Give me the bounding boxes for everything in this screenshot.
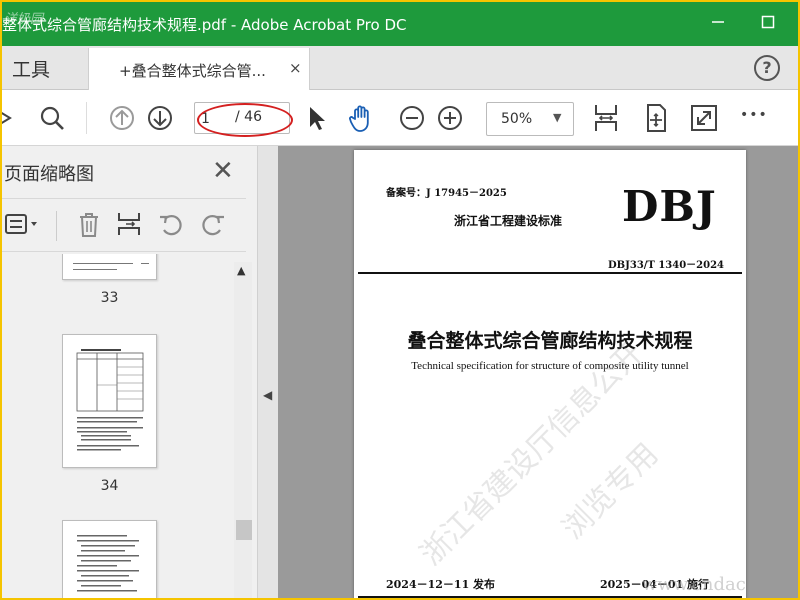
filing-number: 备案号：J 17945－2025 [386, 188, 507, 199]
toolbar-separator [86, 102, 87, 134]
fit-width-icon[interactable] [590, 102, 622, 134]
thumbnail-label-34: 34 [100, 478, 119, 494]
thumbnail-page-35[interactable] [62, 520, 157, 598]
hand-tool-icon[interactable] [346, 102, 378, 134]
page-total: / 46 [235, 109, 262, 125]
undo-icon[interactable] [156, 209, 186, 239]
pdf-page: 备案号：J 17945－2025 浙江省工程建设标准 DBJ DBJ33/T 1… [354, 150, 746, 598]
search-icon[interactable] [36, 102, 68, 134]
issue-date: 2024－12－11 发布 [386, 578, 496, 591]
sidebar-toolbar [2, 198, 246, 252]
prev-page-icon[interactable] [106, 102, 138, 134]
zoom-in-icon[interactable] [434, 102, 466, 134]
footer-rule [358, 596, 742, 598]
tab-tools[interactable]: 工具 [12, 55, 50, 82]
zoom-select[interactable]: 50% ▼ [486, 102, 574, 136]
trash-icon[interactable] [74, 209, 104, 239]
acrobat-window: 整体式综合管廊结构技术规程.pdf - Adobe Acrobat Pro DC… [2, 2, 798, 598]
tab-document[interactable]: +叠合整体式综合管... × [88, 48, 310, 90]
page-number-input[interactable] [201, 109, 221, 129]
document-view[interactable]: 备案号：J 17945－2025 浙江省工程建设标准 DBJ DBJ33/T 1… [278, 146, 798, 598]
title-english: Technical specification for structure of… [411, 360, 689, 372]
window-title: 整体式综合管廊结构技术规程.pdf - Adobe Acrobat Pro DC [2, 16, 407, 34]
collapse-arrow-icon[interactable]: ◀ [263, 388, 272, 402]
standard-code: DBJ33/T 1340－2024 [608, 260, 725, 271]
sidebar-title: 页面缩略图 [4, 164, 94, 185]
help-icon[interactable]: ? [754, 55, 780, 81]
thumbnail-table-preview [76, 349, 144, 451]
thumbnail-list: 33 34 [2, 254, 232, 598]
minimize-button[interactable] [706, 10, 730, 34]
more-icon[interactable]: ••• [740, 107, 768, 123]
next-page-icon[interactable] [144, 102, 176, 134]
title-chinese: 叠合整体式综合管廊结构技术规程 [407, 330, 693, 352]
thumbnail-page-34[interactable] [62, 334, 157, 468]
scroll-up-icon[interactable]: ▲ [237, 264, 245, 277]
scrollbar-thumb[interactable] [236, 520, 252, 540]
maximize-icon [761, 15, 775, 29]
minimize-icon [712, 21, 724, 23]
sidebar-splitter[interactable]: ◀ [258, 146, 278, 598]
title-bar: 整体式综合管廊结构技术规程.pdf - Adobe Acrobat Pro DC… [2, 2, 798, 46]
rotate-page-icon[interactable] [640, 102, 672, 134]
fullscreen-icon[interactable] [688, 102, 720, 134]
tab-document-label: +叠合整体式综合管... [119, 62, 266, 80]
maximize-button[interactable] [756, 10, 780, 34]
redo-icon[interactable] [198, 209, 228, 239]
zoom-value: 50% [501, 111, 533, 127]
sidebar-separator [56, 211, 57, 241]
chevron-down-icon: ▼ [553, 111, 562, 124]
stamp-icon[interactable] [2, 102, 28, 134]
main-toolbar: / 46 50% ▼ [2, 90, 798, 146]
insert-page-icon[interactable] [114, 209, 144, 239]
site-watermark: www.cndac [642, 574, 746, 595]
brand-logo: DBJ [622, 182, 717, 231]
thumbnail-label-33: 33 [100, 290, 119, 306]
corner-watermark: 洋奶园 [4, 12, 44, 27]
thumbnail-page-33[interactable] [62, 254, 157, 280]
standard-type: 浙江省工程建设标准 [454, 214, 563, 228]
select-pointer-icon[interactable] [300, 102, 332, 134]
page-number-box: / 46 [194, 102, 290, 134]
header-rule [358, 272, 742, 274]
thumbnail-text-preview [77, 535, 139, 592]
zoom-out-icon[interactable] [396, 102, 428, 134]
sidebar-scrollbar[interactable]: ▲ [234, 262, 252, 598]
options-icon[interactable] [4, 209, 42, 239]
tab-close-button[interactable]: × [289, 59, 302, 77]
sidebar-close-button[interactable]: ✕ [212, 158, 234, 184]
tab-bar: 工具 +叠合整体式综合管... × ? [2, 46, 798, 90]
watermark-text-2: 浏览专用 [555, 436, 666, 547]
thumbnail-sidebar: 页面缩略图 ✕ 33 34 ▲ [2, 146, 258, 598]
